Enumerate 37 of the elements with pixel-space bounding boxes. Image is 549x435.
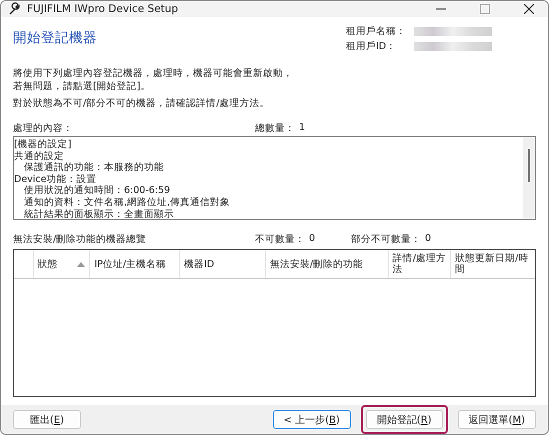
column-header[interactable]: 狀態	[34, 250, 90, 278]
column-header[interactable]: 無法安裝/刪除的功能	[266, 250, 389, 278]
wrench-icon	[8, 2, 22, 16]
process-line: 保護通訊的功能：本服務的功能	[23, 162, 165, 174]
process-line: Device功能：設置	[14, 174, 98, 185]
dialog-button[interactable]: < 上一步(B)	[272, 410, 351, 429]
intro-text: 將使用下列處理內容登記機器，處理時，機器可能會重新啟動，	[13, 67, 294, 80]
intro-text: 若無問題，請點選[開始登記]。	[13, 80, 152, 93]
process-label: 處理的內容：	[13, 122, 74, 136]
close-icon[interactable]	[524, 4, 534, 14]
process-line: 共通的設定	[14, 150, 65, 162]
process-line: 使用狀況的通知時間：6:00-6:59	[23, 185, 172, 197]
process-text-area[interactable]: [機器的設定] 共通的設定 保護通訊的功能：本服務的功能 Device功能：設置 使用狀況的通知時間：6:00-6:59 通知的資料：文件名稱,網路位址,傳真通信對象 統計結果的面板顯示：全畫面顯示	[13, 136, 536, 220]
column-header[interactable]: IP位址/主機名稱	[90, 250, 180, 278]
total-label: 總數量：	[255, 122, 295, 136]
column-header[interactable]: 詳情/處理方法	[388, 250, 452, 278]
tenant-label: 租用戶ID：	[346, 40, 398, 53]
scrollbar[interactable]	[523, 137, 535, 219]
process-line: [機器的設定]	[14, 139, 72, 151]
partial-label: 部分不可數量：	[351, 233, 422, 247]
column-header[interactable]: 機器ID	[180, 250, 266, 278]
tenant-label: 租用戶名稱：	[346, 25, 407, 38]
column-header[interactable]: 狀態更新日期/時間	[451, 250, 536, 278]
page-heading: 開始登記機器	[13, 29, 97, 48]
summary-label: 無法安裝/刪除功能的機器總覽	[13, 233, 148, 247]
process-line: 通知的資料：文件名稱,網路位址,傳真通信對象	[23, 196, 232, 209]
dialog-button[interactable]: 匯出(E)	[13, 410, 81, 429]
dialog-button[interactable]: 返回選單(M)	[458, 410, 536, 429]
total-count: 1	[299, 122, 306, 135]
sort-arrow-icon	[77, 262, 86, 266]
window-title: FUJIFILM IWpro Device Setup	[27, 3, 178, 15]
dialog-button[interactable]: 開始登記(R)	[366, 410, 443, 429]
unavailable-count: 0	[309, 233, 316, 246]
note-text: 對於狀態為不可/部分不可的機器，請確認詳情/處理方法。	[13, 97, 270, 110]
process-line: 統計結果的面板顯示：全畫面顯示	[23, 208, 175, 219]
partial-count: 0	[425, 233, 432, 246]
unavailable-label: 不可數量：	[255, 233, 305, 247]
